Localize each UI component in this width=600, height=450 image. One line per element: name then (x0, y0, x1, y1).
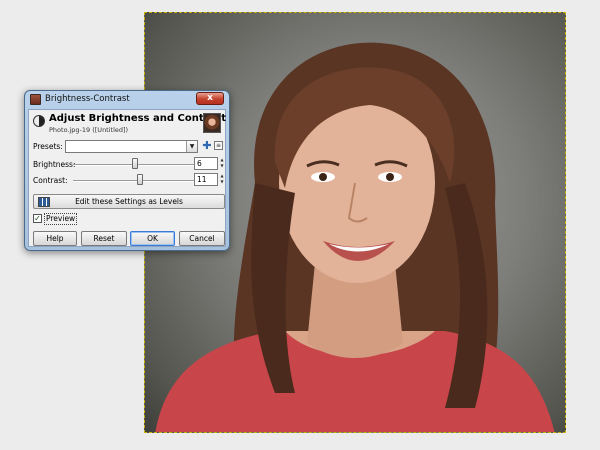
preview-checkbox[interactable]: ✓ (33, 214, 42, 223)
brightness-contrast-dialog: Brightness-Contrast x Adjust Brightness … (24, 90, 230, 251)
brightness-contrast-icon (33, 115, 45, 127)
cancel-button[interactable]: Cancel (179, 231, 225, 246)
edit-as-levels-label: Edit these Settings as Levels (75, 197, 183, 206)
dialog-titlebar[interactable]: Brightness-Contrast x (25, 91, 229, 109)
reset-button[interactable]: Reset (81, 231, 127, 246)
contrast-slider-handle[interactable] (137, 174, 143, 185)
menu-icon[interactable]: ≡ (214, 141, 223, 150)
presets-value (66, 149, 68, 158)
ok-button[interactable]: OK (130, 231, 175, 246)
preview-label[interactable]: Preview (44, 213, 78, 225)
contrast-input[interactable]: 11 (194, 173, 218, 186)
contrast-spin-arrows[interactable]: ▲ ▼ (219, 173, 225, 186)
chevron-down-icon[interactable]: ▼ (186, 141, 197, 152)
dialog-heading: Adjust Brightness and Contrast (49, 113, 227, 124)
brightness-input[interactable]: 6 (194, 157, 218, 170)
brightness-slider-handle[interactable] (132, 158, 138, 169)
help-button[interactable]: Help (33, 231, 77, 246)
image-name: Photo.jpg-19 ([Untitled]) (49, 126, 129, 134)
brightness-spin-arrows[interactable]: ▲ ▼ (219, 157, 225, 170)
edit-as-levels-button[interactable]: Edit these Settings as Levels (33, 194, 225, 209)
brightness-label: Brightness: (33, 160, 76, 169)
dialog-body: Adjust Brightness and Contrast Photo.jpg… (28, 109, 226, 247)
presets-label: Presets: (33, 142, 63, 151)
window-title: Brightness-Contrast (45, 94, 130, 104)
plus-icon[interactable]: ✚ (202, 140, 212, 152)
contrast-label: Contrast: (33, 176, 68, 185)
presets-combo[interactable]: ▼ (65, 140, 198, 153)
contrast-slider[interactable] (73, 180, 195, 182)
image-thumbnail (203, 113, 221, 133)
close-button[interactable]: x (196, 92, 224, 105)
gimp-image-icon (30, 94, 41, 105)
